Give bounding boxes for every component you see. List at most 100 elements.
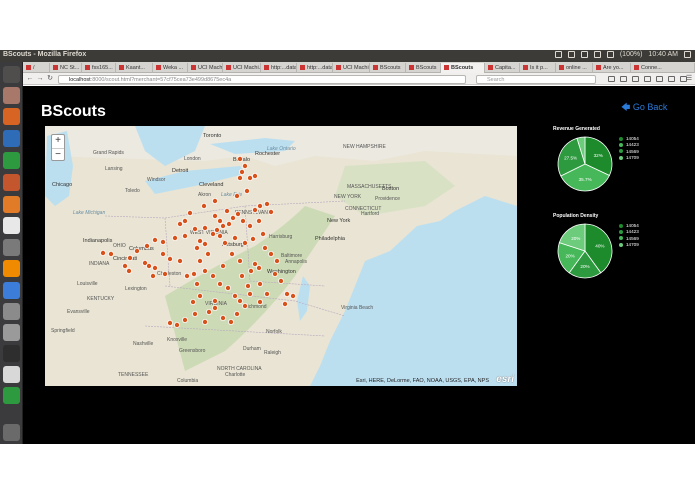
location-marker[interactable] <box>239 218 246 225</box>
location-marker[interactable] <box>241 302 248 309</box>
location-marker[interactable] <box>162 270 169 277</box>
home-icon[interactable] <box>656 76 663 82</box>
location-marker[interactable] <box>213 227 220 234</box>
location-marker[interactable] <box>189 298 196 305</box>
files-icon[interactable] <box>3 87 20 104</box>
location-marker[interactable] <box>190 270 197 277</box>
disk-icon[interactable] <box>3 303 20 320</box>
location-marker[interactable] <box>176 257 183 264</box>
location-marker[interactable] <box>249 236 256 243</box>
location-marker[interactable] <box>193 245 200 252</box>
location-marker[interactable] <box>216 233 223 240</box>
location-marker[interactable] <box>231 292 238 299</box>
location-marker[interactable] <box>244 282 251 289</box>
location-marker[interactable] <box>225 221 232 228</box>
browser-tab[interactable]: UCI Machi... <box>188 63 223 73</box>
bluetooth-icon[interactable] <box>593 51 601 58</box>
location-marker[interactable] <box>221 240 228 247</box>
location-marker[interactable] <box>219 223 226 230</box>
location-marker[interactable] <box>211 198 218 205</box>
keyboard-icon[interactable] <box>567 51 575 58</box>
zoom-in-button[interactable]: + <box>52 135 64 148</box>
amazon-icon[interactable] <box>3 217 20 234</box>
map[interactable]: TorontoRochesterBuffaloLondonGrand Rapid… <box>45 126 517 386</box>
location-marker[interactable] <box>160 239 167 246</box>
location-marker[interactable] <box>236 175 243 182</box>
location-marker[interactable] <box>144 243 151 250</box>
location-marker[interactable] <box>134 248 141 255</box>
addon-icon[interactable] <box>668 76 675 82</box>
writer-icon[interactable] <box>3 130 20 147</box>
zoom-out-button[interactable]: − <box>52 148 64 161</box>
location-marker[interactable] <box>167 255 174 262</box>
location-marker[interactable] <box>246 223 253 230</box>
location-marker[interactable] <box>191 226 198 233</box>
location-marker[interactable] <box>209 231 216 238</box>
location-marker[interactable] <box>216 218 223 225</box>
mail-icon[interactable] <box>554 51 562 58</box>
location-marker[interactable] <box>256 298 263 305</box>
location-marker[interactable] <box>267 251 274 258</box>
browser-tab[interactable]: BScouts <box>441 63 485 73</box>
battery-icon[interactable] <box>606 51 614 58</box>
legend-item[interactable]: 14569 <box>619 236 639 241</box>
browser-tab[interactable]: Conne... <box>631 63 695 73</box>
location-marker[interactable] <box>219 314 226 321</box>
location-marker[interactable] <box>181 233 188 240</box>
clock[interactable]: 10:40 AM <box>648 51 678 58</box>
location-marker[interactable] <box>201 267 208 274</box>
location-marker[interactable] <box>246 290 253 297</box>
location-marker[interactable] <box>231 235 238 242</box>
location-marker[interactable] <box>201 318 208 325</box>
location-marker[interactable] <box>200 203 207 210</box>
browser-tab[interactable]: fss165... <box>82 63 116 73</box>
location-marker[interactable] <box>243 188 250 195</box>
location-marker[interactable] <box>181 218 188 225</box>
location-marker[interactable] <box>263 290 270 297</box>
browser-tab[interactable]: http:...data <box>261 63 297 73</box>
location-marker[interactable] <box>281 300 288 307</box>
location-marker[interactable] <box>152 237 159 244</box>
location-marker[interactable] <box>146 262 153 269</box>
bookmark-star-icon[interactable] <box>608 76 615 82</box>
location-marker[interactable] <box>186 210 193 217</box>
location-marker[interactable] <box>201 241 208 248</box>
drive-icon[interactable] <box>3 324 20 341</box>
calc-icon[interactable] <box>3 152 20 169</box>
location-marker[interactable] <box>150 272 157 279</box>
location-marker[interactable] <box>152 264 159 271</box>
location-marker[interactable] <box>289 292 296 299</box>
location-marker[interactable] <box>196 238 203 245</box>
legend-item[interactable]: 14569 <box>619 149 639 154</box>
browser-tab[interactable]: BScouts <box>370 63 406 73</box>
location-marker[interactable] <box>251 207 258 214</box>
text-editor-icon[interactable] <box>3 366 20 383</box>
location-marker[interactable] <box>238 169 245 176</box>
legend-item[interactable]: 14054 <box>619 136 639 141</box>
location-marker[interactable] <box>201 225 208 232</box>
location-marker[interactable] <box>229 215 236 222</box>
location-marker[interactable] <box>224 284 231 291</box>
location-marker[interactable] <box>236 257 243 264</box>
location-marker[interactable] <box>255 264 262 271</box>
legend-item[interactable]: 14709 <box>619 155 639 160</box>
location-marker[interactable] <box>216 280 223 287</box>
location-marker[interactable] <box>247 267 254 274</box>
browser-tab[interactable]: UCI Machi... <box>223 63 261 73</box>
menu-icon[interactable]: ☰ <box>685 75 693 83</box>
location-marker[interactable] <box>233 193 240 200</box>
location-marker[interactable] <box>167 319 174 326</box>
trash-icon[interactable] <box>3 424 20 441</box>
location-marker[interactable] <box>183 272 190 279</box>
location-marker[interactable] <box>241 163 248 170</box>
legend-item[interactable]: 14054 <box>619 223 639 228</box>
location-marker[interactable] <box>259 231 266 238</box>
impress-icon[interactable] <box>3 174 20 191</box>
location-marker[interactable] <box>191 310 198 317</box>
dash-icon[interactable] <box>3 66 20 83</box>
url-bar[interactable]: localhost:8000/scout.html?merchant=57cf7… <box>58 75 466 84</box>
location-marker[interactable] <box>228 251 235 258</box>
location-marker[interactable] <box>211 304 218 311</box>
browser-tab[interactable]: NC St... <box>50 63 82 73</box>
wifi-icon[interactable] <box>580 51 588 58</box>
